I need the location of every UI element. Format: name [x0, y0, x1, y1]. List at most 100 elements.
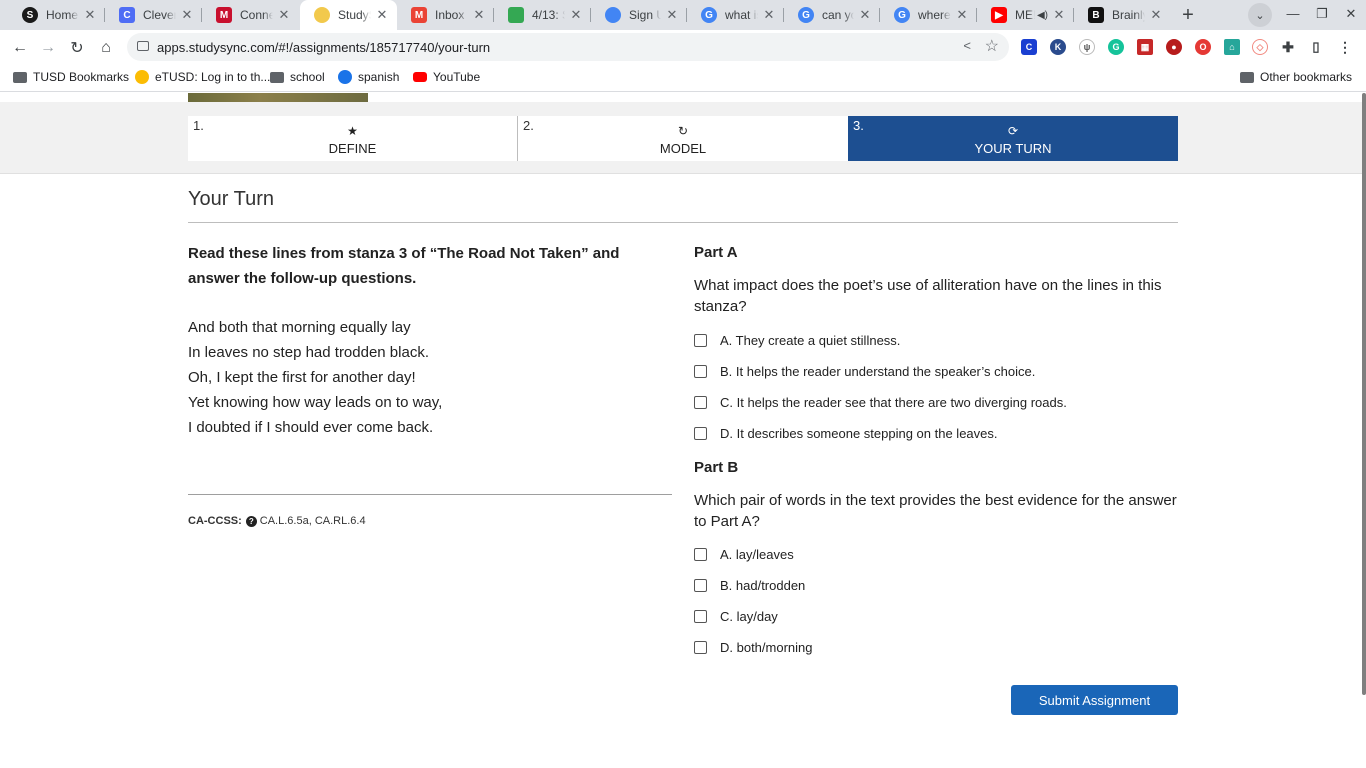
bookmark-etusd[interactable]: eTUSD: Log in to th...: [135, 70, 270, 84]
close-icon[interactable]: ✕: [83, 7, 97, 23]
spanish-icon: [338, 70, 352, 84]
window-close-icon[interactable]: ✕: [1342, 6, 1360, 22]
part-a-option-d[interactable]: D. It describes someone stepping on the …: [694, 426, 998, 441]
address-bar[interactable]: apps.studysync.com/#!/assignments/185717…: [127, 33, 1009, 61]
step-define-tab[interactable]: 1. ★ DEFINE: [188, 116, 517, 161]
browser-tab-active[interactable]: StudySy ✕: [300, 0, 397, 30]
poem-line: I doubted if I should ever come back.: [188, 419, 434, 436]
browser-tab[interactable]: G can you ✕: [784, 0, 880, 30]
step-your-turn-tab[interactable]: 3. ⟳ YOUR TURN: [848, 116, 1178, 161]
google-favicon-icon: G: [894, 7, 910, 23]
bookmark-spanish[interactable]: spanish: [338, 70, 399, 84]
bookmark-youtube[interactable]: YouTube: [413, 70, 480, 84]
kebab-menu-icon[interactable]: ⋮: [1337, 39, 1353, 55]
checkbox[interactable]: [694, 579, 707, 592]
part-a-option-b[interactable]: B. It helps the reader understand the sp…: [694, 364, 1035, 379]
extension-opera-icon[interactable]: O: [1195, 39, 1211, 55]
part-a-heading: Part A: [694, 244, 738, 261]
step-model-tab[interactable]: 2. ↻ MODEL: [518, 116, 848, 161]
browser-tab-strip: S Home | S ✕ C Clever | I ✕ M Connect ✕ …: [0, 0, 1366, 30]
browser-tab[interactable]: ▶ ME! ◀) ✕: [977, 0, 1074, 30]
forward-arrow-icon[interactable]: →: [36, 36, 60, 60]
google-favicon-icon: G: [798, 7, 814, 23]
part-a-question: What impact does the poet’s use of allit…: [694, 277, 1162, 315]
reload-icon[interactable]: ↻: [65, 36, 89, 60]
close-icon[interactable]: ✕: [1149, 7, 1163, 23]
poem-line: In leaves no step had trodden black.: [188, 344, 429, 361]
url-text[interactable]: apps.studysync.com/#!/assignments/185717…: [157, 40, 490, 55]
star-icon: ★: [347, 124, 358, 138]
bookmark-star-icon[interactable]: ☆: [985, 36, 999, 56]
extension-tree-icon[interactable]: ψ: [1079, 39, 1095, 55]
audio-playing-icon[interactable]: ◀): [1037, 10, 1048, 21]
checkbox[interactable]: [694, 610, 707, 623]
bookmark-school[interactable]: school: [270, 70, 325, 84]
extension-k-icon[interactable]: K: [1050, 39, 1066, 55]
part-b-question: Which pair of words in the text provides…: [694, 492, 1177, 530]
close-icon[interactable]: ✕: [569, 7, 583, 23]
close-icon[interactable]: ✕: [472, 7, 486, 23]
browser-tab[interactable]: 4/13: St ✕: [494, 0, 591, 30]
classroom-favicon-icon: [508, 7, 524, 23]
extension-red-icon[interactable]: ▦: [1137, 39, 1153, 55]
browser-tab[interactable]: M Connect ✕: [202, 0, 299, 30]
browser-tab[interactable]: S Home | S ✕: [8, 0, 105, 30]
checkbox[interactable]: [694, 641, 707, 654]
extensions-puzzle-icon[interactable]: ✚: [1280, 39, 1296, 55]
google-favicon-icon: G: [701, 7, 717, 23]
part-b-option-a[interactable]: A. lay/leaves: [694, 547, 794, 562]
submit-assignment-button[interactable]: Submit Assignment: [1011, 685, 1178, 715]
close-icon[interactable]: ✕: [277, 7, 291, 23]
part-b-option-b[interactable]: B. had/trodden: [694, 578, 805, 593]
part-a-option-c[interactable]: C. It helps the reader see that there ar…: [694, 395, 1067, 410]
browser-tab[interactable]: B Brainly.c ✕: [1074, 0, 1171, 30]
lock-icon[interactable]: [137, 41, 149, 51]
browser-tab[interactable]: C Clever | I ✕: [105, 0, 202, 30]
checkbox[interactable]: [694, 548, 707, 561]
close-icon[interactable]: ✕: [1052, 7, 1066, 23]
smile-icon: [135, 70, 149, 84]
divider: [188, 222, 1178, 223]
part-b-option-d[interactable]: D. both/morning: [694, 640, 813, 655]
bookmark-tusd[interactable]: TUSD Bookmarks: [13, 70, 129, 84]
new-tab-plus-icon[interactable]: +: [1176, 3, 1200, 27]
browser-tab[interactable]: G what is ✕: [687, 0, 784, 30]
extension-c-icon[interactable]: C: [1021, 39, 1037, 55]
page-scrollbar[interactable]: [1362, 93, 1366, 695]
checkbox[interactable]: [694, 427, 707, 440]
close-icon[interactable]: ✕: [375, 7, 389, 23]
browser-tab[interactable]: Sign Up ✕: [591, 0, 687, 30]
close-icon[interactable]: ✕: [762, 7, 776, 23]
standards-line: CA-CCSS: ? CA.L.6.5a, CA.RL.6.4: [188, 515, 366, 527]
google-favicon-icon: [605, 7, 621, 23]
poem-line: And both that morning equally lay: [188, 319, 411, 336]
other-bookmarks[interactable]: Other bookmarks: [1240, 70, 1352, 84]
close-icon[interactable]: ✕: [665, 7, 679, 23]
part-b-option-c[interactable]: C. lay/day: [694, 609, 778, 624]
minimize-icon[interactable]: —: [1284, 6, 1302, 21]
share-icon[interactable]: <: [963, 38, 971, 53]
browser-tab[interactable]: G where is ✕: [880, 0, 977, 30]
grammarly-icon[interactable]: G: [1108, 39, 1124, 55]
extension-house-icon[interactable]: ⌂: [1224, 39, 1240, 55]
checkbox[interactable]: [694, 334, 707, 347]
close-icon[interactable]: ✕: [180, 7, 194, 23]
browser-tab[interactable]: M Inbox (3 ✕: [397, 0, 494, 30]
side-panel-icon[interactable]: ▯: [1308, 39, 1324, 55]
tab-search-chevron-icon[interactable]: ⌄: [1248, 3, 1272, 27]
checkbox[interactable]: [694, 365, 707, 378]
extension-drop-icon[interactable]: ●: [1166, 39, 1182, 55]
home-icon[interactable]: ⌂: [94, 36, 118, 60]
folder-icon: [270, 72, 284, 83]
close-icon[interactable]: ✕: [955, 7, 969, 23]
extension-diamond-icon[interactable]: ◇: [1252, 39, 1268, 55]
part-a-option-a[interactable]: A. They create a quiet stillness.: [694, 333, 900, 348]
youtube-favicon-icon: ▶: [991, 7, 1007, 23]
checkbox[interactable]: [694, 396, 707, 409]
restore-icon[interactable]: ❐: [1313, 6, 1331, 22]
back-arrow-icon[interactable]: ←: [8, 36, 32, 60]
hero-image: [188, 93, 368, 102]
poem-excerpt: And both that morning equally lay In lea…: [188, 315, 442, 440]
close-icon[interactable]: ✕: [858, 7, 872, 23]
question-circle-icon[interactable]: ?: [245, 515, 257, 527]
